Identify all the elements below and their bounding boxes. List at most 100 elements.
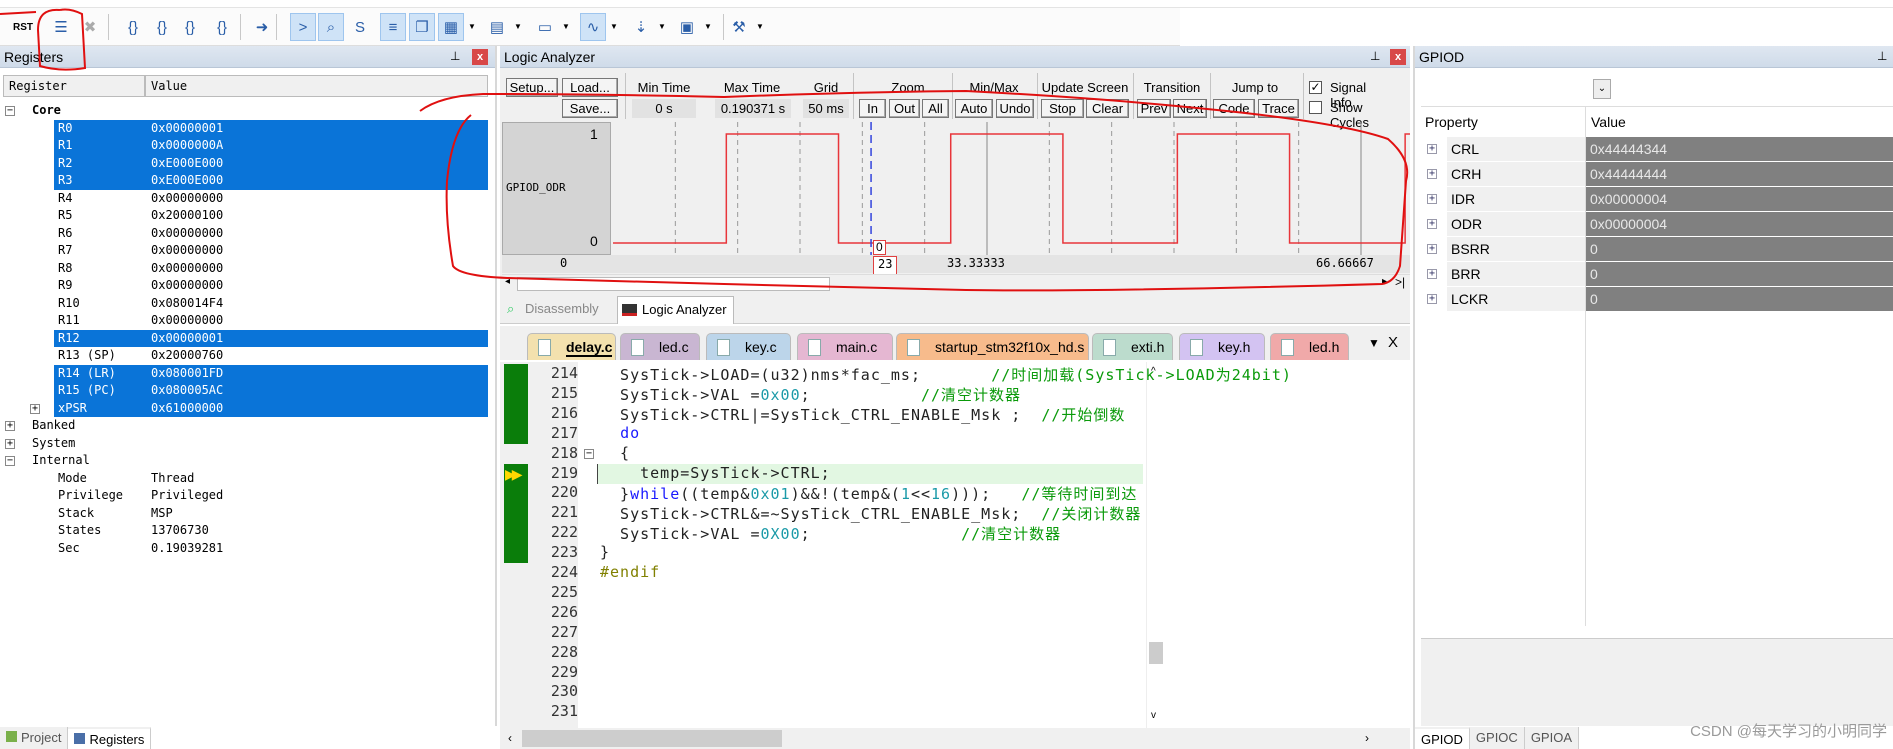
property-value[interactable]: 0: [1586, 237, 1893, 261]
vertical-scrollbar[interactable]: ^ v: [1146, 362, 1164, 728]
expand-icon[interactable]: +: [1427, 244, 1437, 254]
trace-window-button[interactable]: ⇣: [628, 13, 654, 41]
serial-window-button[interactable]: ▭: [532, 13, 558, 41]
property-row-bsrr[interactable]: + BSRR 0: [1421, 237, 1893, 261]
register-row[interactable]: R5 0x20000100: [54, 207, 488, 225]
property-value[interactable]: 0: [1586, 287, 1893, 311]
next-button[interactable]: Next: [1173, 99, 1207, 118]
peripheral-dropdown[interactable]: ⌄: [1593, 79, 1611, 99]
dropdown-arrow-icon[interactable]: ▼: [610, 22, 618, 31]
code-line[interactable]: SysTick->VAL =0x00; //清空计数器: [600, 384, 1021, 405]
file-tab-key-h[interactable]: key.h: [1179, 333, 1265, 360]
dropdown-arrow-icon[interactable]: ▼: [756, 22, 764, 31]
tab-logic-analyzer[interactable]: Logic Analyzer: [617, 296, 734, 324]
file-tab-startup-stm32f10x-hd-s[interactable]: startup_stm32f10x_hd.s: [896, 333, 1089, 360]
file-tab-delay-c[interactable]: delay.c: [527, 333, 616, 360]
expand-icon[interactable]: +: [1427, 144, 1437, 154]
run-to-cursor-button[interactable]: {}: [209, 13, 235, 41]
code-line[interactable]: temp=SysTick->CTRL;: [600, 464, 831, 482]
run-to-cursor-doc-button[interactable]: ☰: [48, 13, 74, 41]
close-icon[interactable]: x: [1390, 49, 1406, 65]
dropdown-arrow-icon[interactable]: ▼: [514, 22, 522, 31]
register-row[interactable]: R12 0x00000001: [54, 329, 488, 347]
expand-icon[interactable]: +: [1427, 169, 1437, 179]
register-row[interactable]: R3 0xE000E000: [54, 172, 488, 190]
code-line[interactable]: #endif: [600, 563, 660, 581]
register-row[interactable]: R0 0x00000001: [54, 119, 488, 137]
file-tab-led-h[interactable]: led.h: [1270, 333, 1349, 360]
code-line[interactable]: }: [600, 543, 610, 561]
step-into-button[interactable]: {}: [120, 13, 146, 41]
watch-window-button[interactable]: ▦: [438, 13, 464, 41]
register-row[interactable]: R4 0x00000000: [54, 190, 488, 208]
logic-analyzer-button[interactable]: ∿: [580, 13, 606, 41]
register-row[interactable]: R2 0xE000E000: [54, 154, 488, 172]
pin-icon[interactable]: ⊥: [1877, 49, 1887, 63]
code-line[interactable]: SysTick->CTRL|=SysTick_CTRL_ENABLE_Msk ;…: [600, 404, 1125, 425]
property-row-brr[interactable]: + BRR 0: [1421, 262, 1893, 286]
reset-button[interactable]: RST: [10, 13, 36, 41]
scroll-down-icon[interactable]: v: [1151, 710, 1156, 721]
waveform-plot[interactable]: [611, 122, 1410, 255]
pin-icon[interactable]: ⊥: [1370, 49, 1380, 63]
collapse-icon[interactable]: −: [5, 106, 15, 116]
zoom-in-button[interactable]: In: [859, 99, 886, 118]
expand-icon[interactable]: +: [30, 403, 40, 414]
expand-icon[interactable]: +: [5, 421, 15, 431]
undo-button[interactable]: Undo: [996, 99, 1034, 118]
show-cycles-checkbox[interactable]: [1309, 101, 1322, 114]
file-tab-exti-h[interactable]: exti.h: [1092, 333, 1173, 360]
register-row[interactable]: Internal: [30, 452, 488, 470]
expand-icon[interactable]: +: [1427, 194, 1437, 204]
register-row[interactable]: R13 (SP) 0x20000760: [54, 347, 488, 365]
register-row[interactable]: System: [30, 435, 488, 453]
tab-menu-icon[interactable]: ▼: [1368, 336, 1380, 350]
editor-horizontal-scrollbar[interactable]: ‹ ›: [500, 728, 1410, 749]
tab-registers[interactable]: Registers: [68, 727, 152, 749]
step-out-button[interactable]: {}: [177, 13, 203, 41]
register-row[interactable]: Banked: [30, 417, 488, 435]
register-row[interactable]: xPSR 0x61000000: [54, 399, 488, 417]
scroll-end-icon[interactable]: >|: [1395, 275, 1405, 289]
register-row[interactable]: Sec 0.19039281: [54, 540, 488, 558]
register-row[interactable]: R1 0x0000000A: [54, 137, 488, 155]
property-row-odr[interactable]: + ODR 0x00000004: [1421, 212, 1893, 236]
system-viewer-button[interactable]: ▣: [674, 13, 700, 41]
register-row[interactable]: Stack MSP: [54, 505, 488, 523]
code-line[interactable]: SysTick->LOAD=(u32)nms*fac_ms; //时间加载(Sy…: [600, 364, 1292, 385]
column-header-value[interactable]: Value: [145, 75, 488, 97]
file-tab-led-c[interactable]: led.c: [620, 333, 700, 360]
property-value[interactable]: 0x44444344: [1586, 137, 1893, 161]
expand-icon[interactable]: +: [5, 438, 15, 449]
fold-icon[interactable]: −: [584, 448, 594, 459]
signal-name[interactable]: GPIOD_ODR: [506, 181, 566, 194]
register-row[interactable]: R6 0x00000000: [54, 225, 488, 243]
property-row-idr[interactable]: + IDR 0x00000004: [1421, 187, 1893, 211]
scroll-right-icon[interactable]: ▸: [1382, 276, 1387, 287]
memory-window-button[interactable]: ▤: [484, 13, 510, 41]
auto-button[interactable]: Auto: [955, 99, 993, 118]
show-next-statement-button[interactable]: ➜: [249, 13, 275, 41]
save-button[interactable]: Save...: [562, 99, 618, 118]
expand-icon[interactable]: +: [1427, 269, 1437, 279]
jump-trace-button[interactable]: Trace: [1258, 99, 1299, 118]
property-value[interactable]: 0: [1586, 262, 1893, 286]
stop-button[interactable]: ✖: [77, 13, 103, 41]
step-over-button[interactable]: {}: [149, 13, 175, 41]
file-tab-key-c[interactable]: key.c: [706, 333, 791, 360]
property-value[interactable]: 0x44444444: [1586, 162, 1893, 186]
setup-button[interactable]: Setup...: [506, 78, 558, 97]
close-icon[interactable]: x: [472, 49, 488, 65]
tab-gpioc[interactable]: GPIOC: [1469, 727, 1525, 749]
call-stack-button[interactable]: ❐: [409, 13, 435, 41]
property-value[interactable]: 0x00000004: [1586, 187, 1893, 211]
scrollbar-thumb[interactable]: [517, 277, 830, 291]
register-row[interactable]: R15 (PC) 0x080005AC: [54, 382, 488, 400]
tab-gpioa[interactable]: GPIOA: [1524, 727, 1579, 749]
code-line[interactable]: }while((temp&0x01)&&!(temp&(1<<16))); //…: [600, 483, 1137, 504]
tab-project[interactable]: Project: [0, 727, 69, 749]
dropdown-arrow-icon[interactable]: ▼: [562, 22, 570, 31]
signal-info-checkbox[interactable]: ✓: [1309, 81, 1322, 94]
registers-window-button[interactable]: ≡: [380, 13, 406, 41]
register-row[interactable]: Core: [30, 102, 488, 120]
